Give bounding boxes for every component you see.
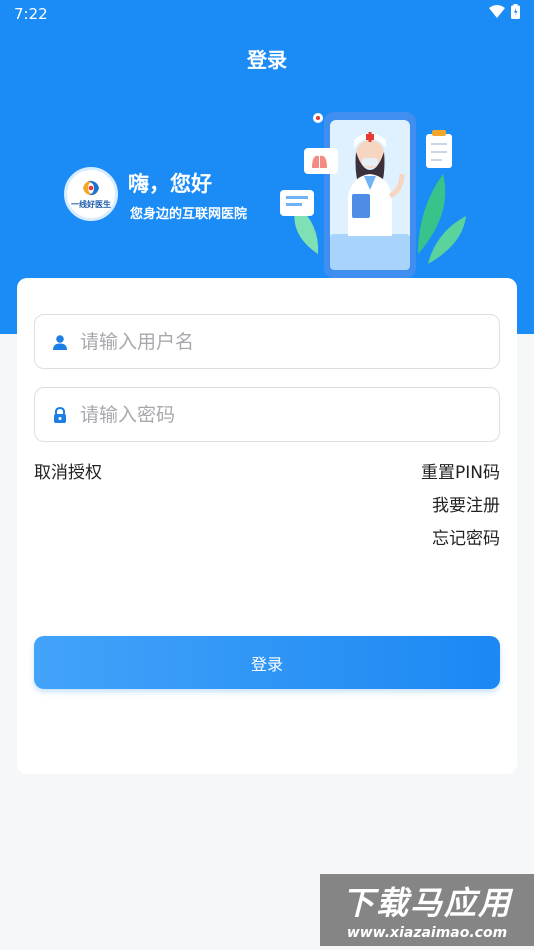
logo-text: 一线好医生 xyxy=(71,200,111,209)
battery-icon xyxy=(511,4,520,19)
register-link[interactable]: 我要注册 xyxy=(432,491,500,516)
username-input[interactable] xyxy=(80,330,460,353)
greeting-text: 嗨，您好 xyxy=(128,172,212,196)
user-icon xyxy=(53,334,67,350)
status-icons xyxy=(489,4,520,19)
forgot-password-link[interactable]: 忘记密码 xyxy=(432,524,500,549)
login-card: 取消授权 重置PIN码 我要注册 忘记密码 登录 xyxy=(17,278,517,774)
watermark-title: 下载马应用 xyxy=(341,884,512,922)
lock-icon xyxy=(54,406,66,423)
login-button[interactable]: 登录 xyxy=(34,636,500,689)
tagline-text: 您身边的互联网医院 xyxy=(130,207,248,222)
reset-pin-link[interactable]: 重置PIN码 xyxy=(421,458,500,483)
watermark: 下载马应用 www.xiazaimao.com xyxy=(320,874,534,946)
password-field[interactable] xyxy=(34,387,500,442)
logo-emblem-icon xyxy=(83,180,99,196)
cancel-auth-link[interactable]: 取消授权 xyxy=(34,458,102,483)
hospital-logo: 一线好医生 xyxy=(64,167,118,221)
doctor-illustration xyxy=(280,112,466,278)
status-bar: 7:22 xyxy=(0,0,534,28)
watermark-url: www.xiazaimao.com xyxy=(346,925,508,941)
wifi-icon xyxy=(489,5,505,18)
page-title: 登录 xyxy=(247,48,287,72)
username-field[interactable] xyxy=(34,314,500,369)
status-time: 7:22 xyxy=(14,5,48,23)
password-input[interactable] xyxy=(80,403,460,426)
